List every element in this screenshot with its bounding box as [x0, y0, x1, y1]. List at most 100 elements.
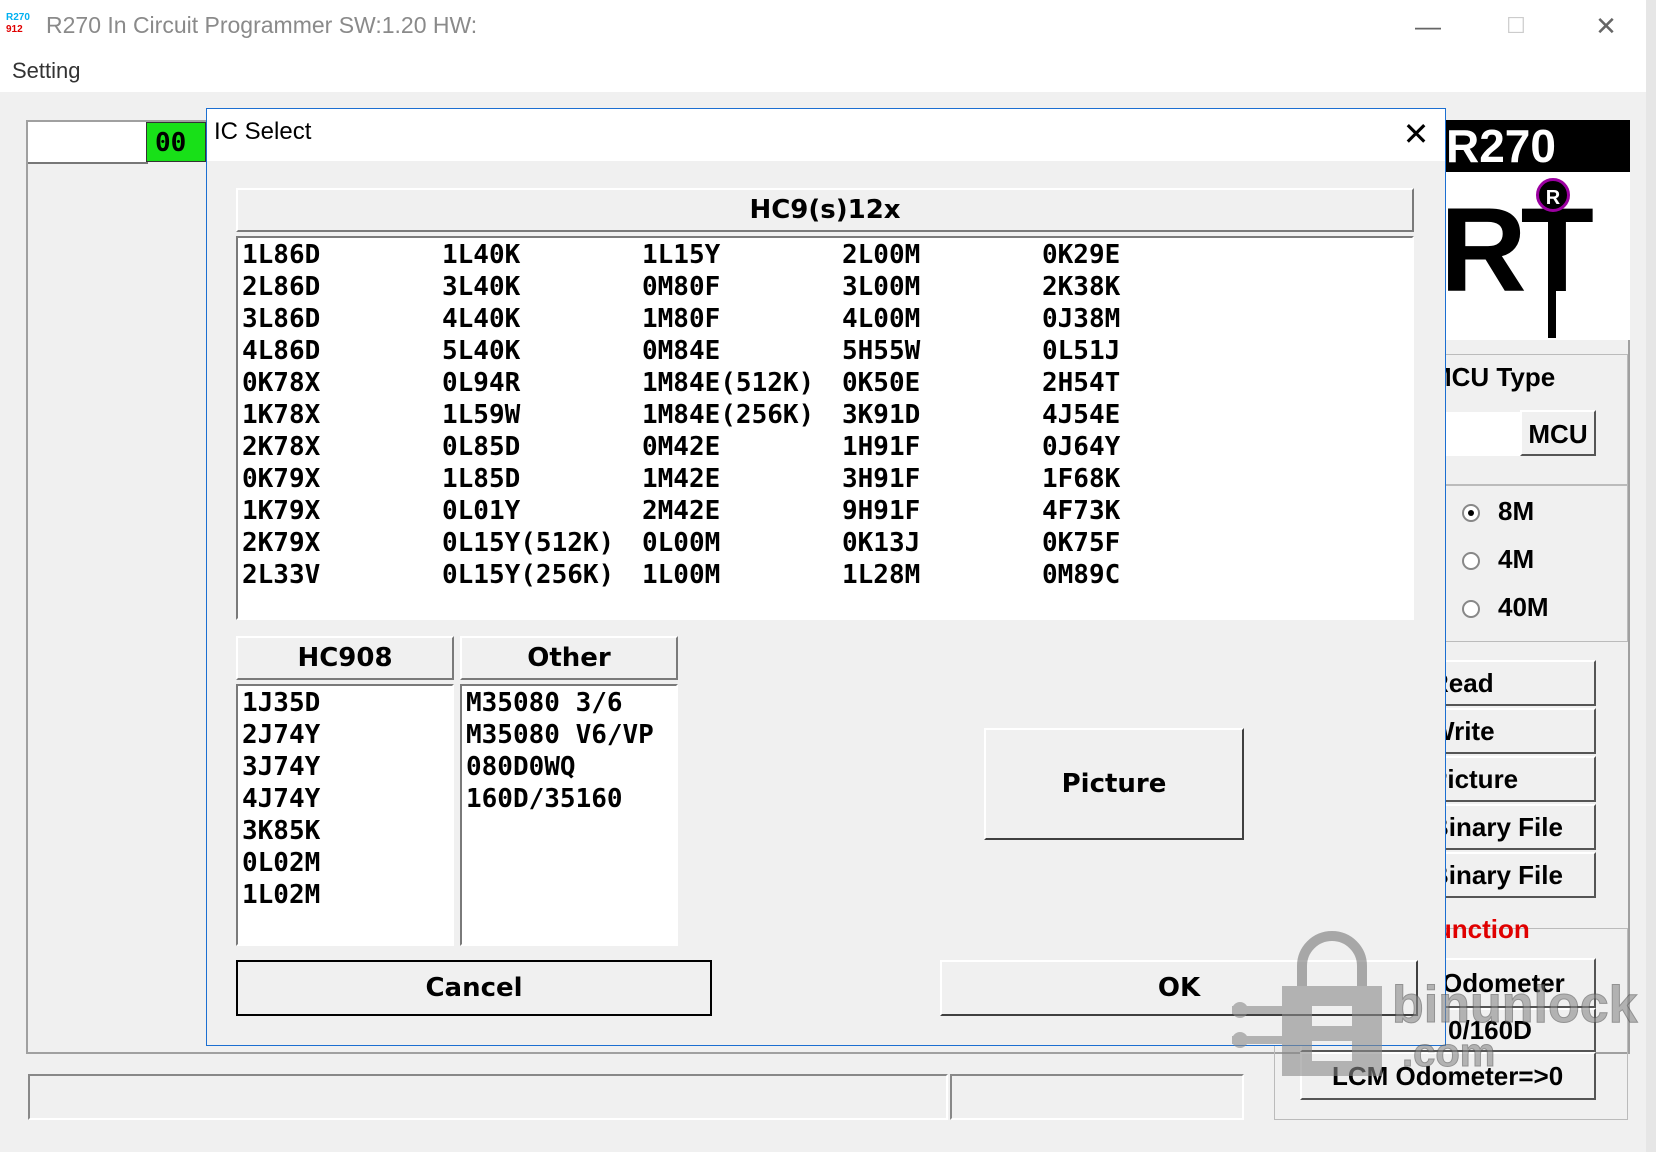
ic-list-item[interactable]: 0J38M: [1042, 304, 1120, 334]
ic-list-item[interactable]: 1F68K: [1042, 464, 1120, 494]
status-bar-main: [28, 1074, 948, 1120]
ic-list-item[interactable]: 1J35D: [242, 688, 320, 718]
ic-list-item[interactable]: 0L02M: [242, 848, 320, 878]
maximize-icon[interactable]: ☐: [1496, 8, 1536, 44]
ic-list-item[interactable]: 0M89C: [1042, 560, 1120, 590]
watermark-text: binunlock: [1392, 976, 1638, 1034]
ic-list-item[interactable]: 1L00M: [642, 560, 720, 590]
read-button[interactable]: Read: [1420, 660, 1596, 706]
dialog-title-bar: [207, 109, 1445, 161]
ic-list-item[interactable]: 1L85D: [442, 464, 520, 494]
ic-list-item[interactable]: 4J74Y: [242, 784, 320, 814]
mcu-button[interactable]: MCU: [1520, 410, 1596, 456]
ic-list-item[interactable]: 3H91F: [842, 464, 920, 494]
ic-list-item[interactable]: 0L51J: [1042, 336, 1120, 366]
hc908-list[interactable]: 1J35D 2J74Y 3J74Y 4J74Y 3K85K 0L02M 1L02M: [236, 684, 454, 946]
ic-list-item[interactable]: 3L86D: [242, 304, 320, 334]
ic-list-item[interactable]: 4L00M: [842, 304, 920, 334]
ic-list-item[interactable]: 2K79X: [242, 528, 320, 558]
ic-list-item[interactable]: 0M42E: [642, 432, 720, 462]
ic-list-item[interactable]: 1L40K: [442, 240, 520, 270]
ic-list-item[interactable]: 4J54E: [1042, 400, 1120, 430]
ic-list-item[interactable]: 160D/35160: [466, 784, 623, 814]
ic-list-item[interactable]: 2J74Y: [242, 720, 320, 750]
picture-button[interactable]: Picture: [984, 728, 1244, 840]
brand-logo-banner: R270: [1440, 120, 1630, 172]
ic-list-item[interactable]: 2K78X: [242, 432, 320, 462]
ic-list-item[interactable]: 1M84E(512K): [642, 368, 814, 398]
ic-list-item[interactable]: 1L28M: [842, 560, 920, 590]
ic-list-item[interactable]: 1L15Y: [642, 240, 720, 270]
ic-list-item[interactable]: 3K85K: [242, 816, 320, 846]
ic-list-item[interactable]: 0L15Y(512K): [442, 528, 614, 558]
minimize-icon[interactable]: —: [1408, 8, 1448, 44]
mcu-type-label: MCU Type: [1430, 362, 1556, 392]
save-binary-file-button[interactable]: Binary File: [1420, 852, 1596, 898]
ic-list-item[interactable]: 1M42E: [642, 464, 720, 494]
ic-list-item[interactable]: 1K79X: [242, 496, 320, 526]
close-icon[interactable]: ✕: [1586, 8, 1626, 44]
ic-list-item[interactable]: 0L94R: [442, 368, 520, 398]
ic-list-item[interactable]: 0M80F: [642, 272, 720, 302]
radio-icon: [1462, 600, 1480, 619]
radio-8m[interactable]: 8M: [1462, 496, 1534, 527]
ic-list-item[interactable]: 0L15Y(256K): [442, 560, 614, 590]
ic-list-item[interactable]: 9H91F: [842, 496, 920, 526]
ic-list-item[interactable]: 2K38K: [1042, 272, 1120, 302]
ic-list-item[interactable]: 2L33V: [242, 560, 320, 590]
ic-list-item[interactable]: M35080 3/6: [466, 688, 623, 718]
ic-list-item[interactable]: 1L59W: [442, 400, 520, 430]
ic-list-item[interactable]: 3L40K: [442, 272, 520, 302]
ic-list-item[interactable]: 2L00M: [842, 240, 920, 270]
ic-list-item[interactable]: 1L86D: [242, 240, 320, 270]
dialog-close-icon[interactable]: ✕: [1392, 112, 1440, 156]
radio-icon: [1462, 552, 1480, 571]
ic-list-item[interactable]: 5L40K: [442, 336, 520, 366]
ic-list-item[interactable]: 0L00M: [642, 528, 720, 558]
ic-list-item[interactable]: 0L85D: [442, 432, 520, 462]
ic-list-item[interactable]: 080D0WQ: [466, 752, 576, 782]
ic-list-item[interactable]: 1L02M: [242, 880, 320, 910]
status-bar-secondary: [950, 1074, 1244, 1120]
ic-list-item[interactable]: 2M42E: [642, 496, 720, 526]
ic-list-item[interactable]: 3J74Y: [242, 752, 320, 782]
ic-list-item[interactable]: 0M84E: [642, 336, 720, 366]
address-field: [28, 122, 148, 164]
ic-list-item[interactable]: 0K13J: [842, 528, 920, 558]
app-icon: R270 912: [6, 12, 30, 35]
menu-item-setting[interactable]: Setting: [12, 58, 81, 84]
ic-list-item[interactable]: 4L40K: [442, 304, 520, 334]
ic-list-item[interactable]: 4L86D: [242, 336, 320, 366]
other-list[interactable]: M35080 3/6 M35080 V6/VP 080D0WQ 160D/35160: [460, 684, 678, 946]
watermark-subtext: .com: [1402, 1031, 1495, 1075]
ic-list-item[interactable]: 1M84E(256K): [642, 400, 814, 430]
picture-side-button[interactable]: Picture: [1420, 756, 1596, 802]
ic-list-item[interactable]: 0K79X: [242, 464, 320, 494]
ic-list-item[interactable]: 0J64Y: [1042, 432, 1120, 462]
ic-list-item[interactable]: 0K29E: [1042, 240, 1120, 270]
ic-list-item[interactable]: 1K78X: [242, 400, 320, 430]
ic-list-item[interactable]: 1M80F: [642, 304, 720, 334]
window-title: R270 In Circuit Programmer SW:1.20 HW:: [46, 12, 478, 38]
write-button[interactable]: Write: [1420, 708, 1596, 754]
ic-list-item[interactable]: 0K78X: [242, 368, 320, 398]
lock-icon: [1297, 931, 1367, 986]
open-binary-file-button[interactable]: Binary File: [1420, 804, 1596, 850]
ic-list-item[interactable]: M35080 V6/VP: [466, 720, 654, 750]
ic-list-item[interactable]: 2L86D: [242, 272, 320, 302]
ic-list-item[interactable]: 0L01Y: [442, 496, 520, 526]
cancel-button[interactable]: Cancel: [236, 960, 712, 1016]
ic-list-item[interactable]: 3L00M: [842, 272, 920, 302]
ic-list-item[interactable]: 1H91F: [842, 432, 920, 462]
hc9s12x-list[interactable]: 1L86D 2L86D 3L86D 4L86D 0K78X 1K78X 2K78X 0K79X…: [236, 236, 1414, 620]
ic-list-item[interactable]: 5H55W: [842, 336, 920, 366]
radio-40m[interactable]: 40M: [1462, 592, 1549, 623]
ic-list-item[interactable]: 2H54T: [1042, 368, 1120, 398]
ic-list-item[interactable]: 0K75F: [1042, 528, 1120, 558]
radio-4m[interactable]: 4M: [1462, 544, 1534, 575]
ic-list-item[interactable]: 4F73K: [1042, 496, 1120, 526]
dialog-title: IC Select: [214, 118, 312, 145]
ic-list-item[interactable]: 0K50E: [842, 368, 920, 398]
ic-list-item[interactable]: 3K91D: [842, 400, 920, 430]
radio-selected-icon: [1462, 504, 1480, 523]
